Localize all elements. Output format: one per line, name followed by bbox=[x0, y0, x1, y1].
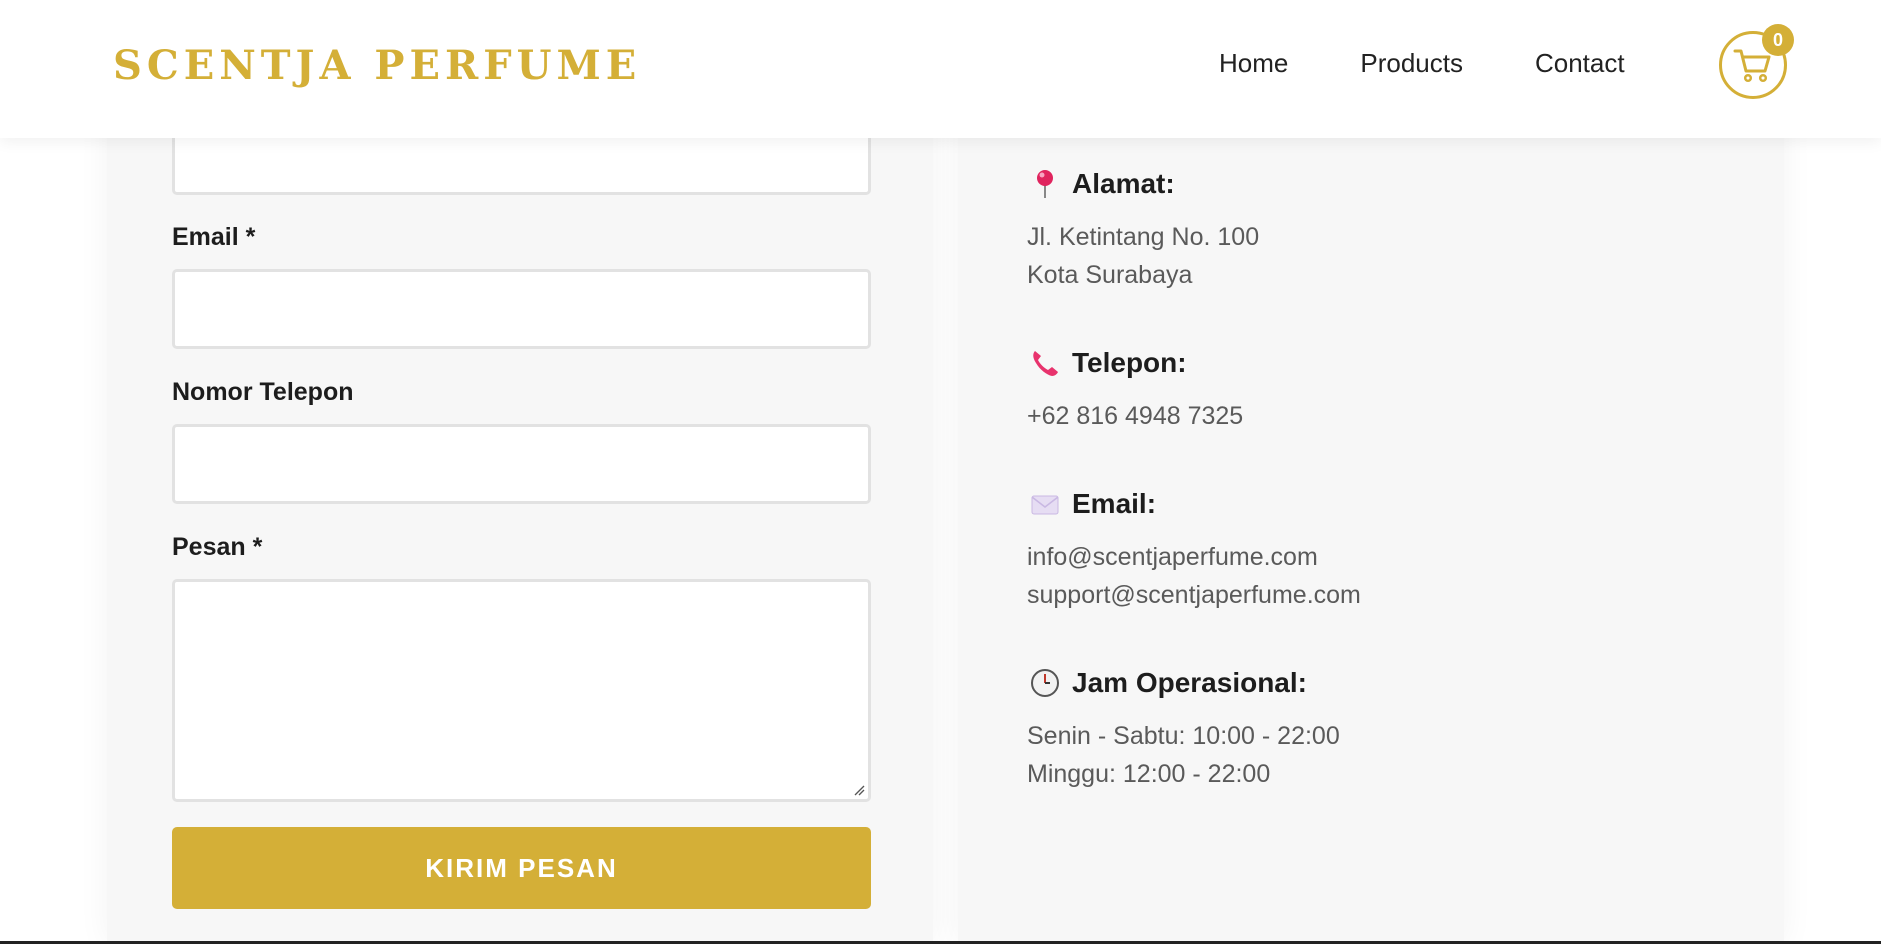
phone-label: Nomor Telepon bbox=[172, 378, 354, 406]
site-header: SCENTJA PERFUME Home Products Contact 0 bbox=[0, 0, 1881, 138]
envelope-icon bbox=[1030, 489, 1060, 519]
phone-heading-label: Telepon: bbox=[1072, 347, 1187, 378]
hours-line: Minggu: 12:00 - 22:00 bbox=[1027, 760, 1271, 788]
hours-heading: Jam Operasional: bbox=[1030, 667, 1307, 699]
nav-products[interactable]: Products bbox=[1360, 48, 1463, 79]
address-heading-label: Alamat: bbox=[1072, 168, 1175, 199]
main-nav: Home Products Contact bbox=[1219, 48, 1625, 79]
pin-icon bbox=[1030, 169, 1060, 199]
clock-icon bbox=[1030, 668, 1060, 698]
hours-line: Senin - Sabtu: 10:00 - 22:00 bbox=[1027, 722, 1340, 750]
phone-field[interactable] bbox=[172, 424, 871, 504]
site-logo[interactable]: SCENTJA PERFUME bbox=[113, 42, 641, 89]
page: SCENTJA PERFUME Home Products Contact 0 … bbox=[0, 0, 1881, 944]
email-heading-label: Email: bbox=[1072, 488, 1157, 519]
email-label: Email * bbox=[172, 223, 256, 251]
phone-line: +62 816 4948 7325 bbox=[1027, 402, 1244, 430]
message-textarea[interactable] bbox=[172, 579, 871, 802]
contact-info-panel bbox=[958, 0, 1784, 944]
phone-icon bbox=[1030, 348, 1060, 378]
phone-heading: Telepon: bbox=[1030, 347, 1187, 379]
nav-home[interactable]: Home bbox=[1219, 48, 1288, 79]
resize-grip-icon[interactable] bbox=[853, 784, 865, 796]
address-line: Kota Surabaya bbox=[1027, 261, 1193, 289]
email-heading: Email: bbox=[1030, 488, 1156, 520]
submit-button[interactable]: KIRIM PESAN bbox=[172, 827, 871, 909]
email-field[interactable] bbox=[172, 269, 871, 349]
email-line[interactable]: support@scentjaperfume.com bbox=[1027, 581, 1361, 610]
nav-contact[interactable]: Contact bbox=[1535, 48, 1625, 79]
cart-count-badge: 0 bbox=[1762, 24, 1794, 56]
message-label: Pesan * bbox=[172, 533, 263, 561]
address-line: Jl. Ketintang No. 100 bbox=[1027, 223, 1260, 251]
email-line[interactable]: info@scentjaperfume.com bbox=[1027, 543, 1318, 572]
address-heading: Alamat: bbox=[1030, 168, 1175, 200]
hours-heading-label: Jam Operasional: bbox=[1072, 667, 1307, 698]
